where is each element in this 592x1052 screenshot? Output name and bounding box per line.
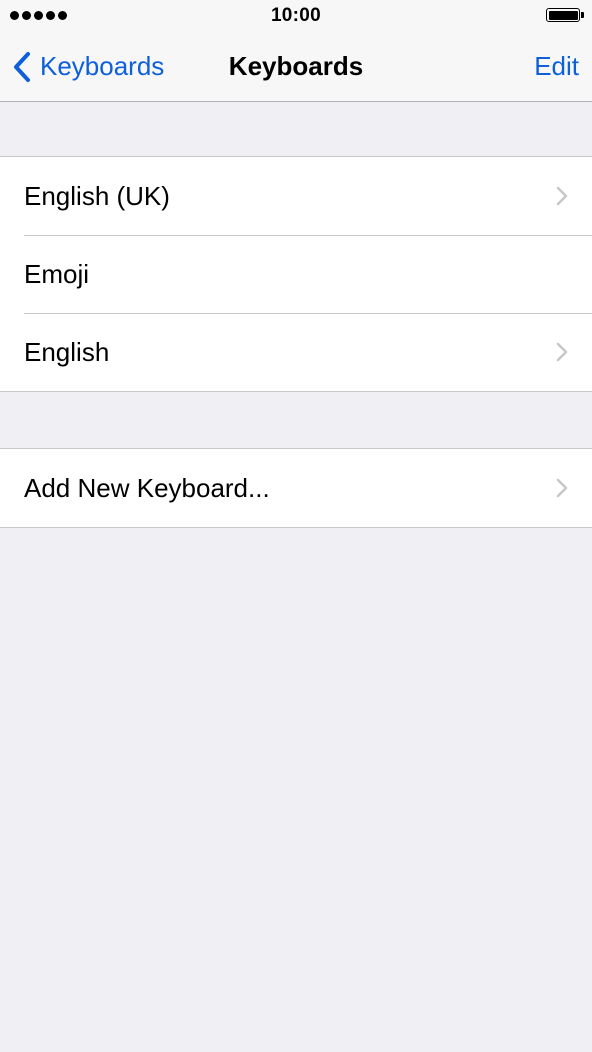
list-item-label: English xyxy=(24,336,110,367)
list-item-label: Add New Keyboard... xyxy=(24,472,270,503)
chevron-right-icon xyxy=(556,478,568,498)
status-time: 10:00 xyxy=(270,5,322,26)
navigation-bar: Keyboards Keyboards Edit xyxy=(0,32,592,102)
list-item-english-uk[interactable]: English (UK) xyxy=(0,157,592,235)
add-keyboard-section: Add New Keyboard... xyxy=(0,448,592,528)
edit-button[interactable]: Edit xyxy=(534,32,579,101)
page-title: Keyboards xyxy=(228,51,364,81)
keyboards-screen: 10:00 Keyboards Keyboards Edit English (… xyxy=(0,0,592,1052)
battery-icon xyxy=(546,8,584,22)
add-new-keyboard-button[interactable]: Add New Keyboard... xyxy=(0,449,592,527)
status-bar: 10:00 xyxy=(0,0,592,32)
list-item-english[interactable]: English xyxy=(0,313,592,391)
chevron-right-icon xyxy=(556,186,568,206)
keyboards-list: English (UK) Emoji English xyxy=(0,156,592,392)
list-item-emoji[interactable]: Emoji xyxy=(0,235,592,313)
list-item-label: English (UK) xyxy=(24,180,170,211)
chevron-right-icon xyxy=(556,342,568,362)
list-item-label: Emoji xyxy=(24,258,90,289)
